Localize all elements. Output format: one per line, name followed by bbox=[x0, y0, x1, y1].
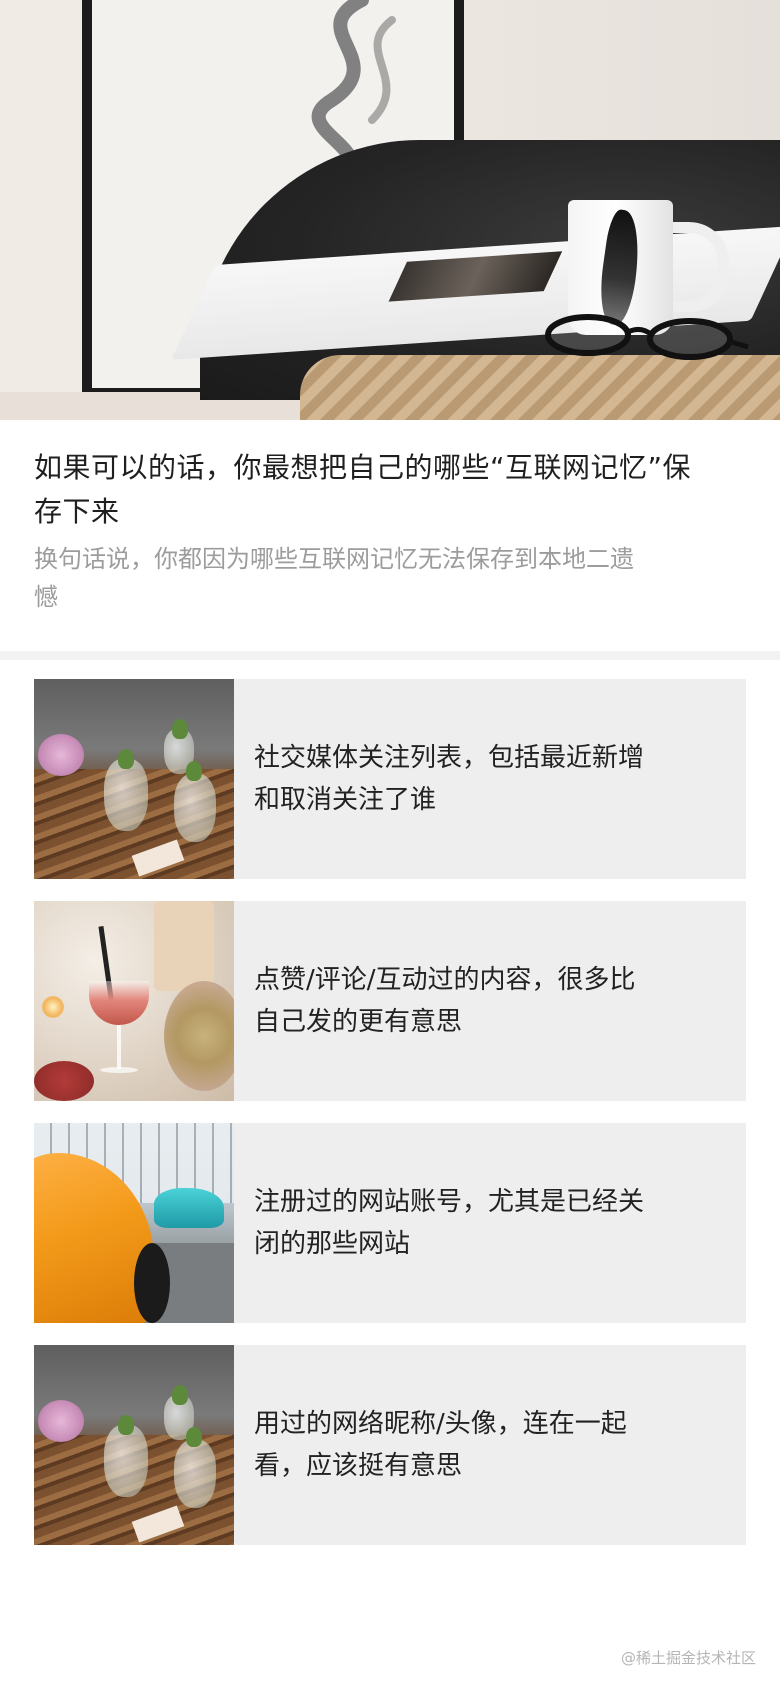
list-item[interactable]: 点赞/评论/互动过的内容，很多比自己发的更有意思 bbox=[34, 901, 746, 1101]
flowers-thumbnail bbox=[34, 679, 234, 879]
eyeglasses bbox=[545, 314, 749, 360]
list-item-text: 社交媒体关注列表，包括最近新增和取消关注了谁 bbox=[254, 743, 645, 815]
section-divider bbox=[0, 651, 780, 660]
flowers-thumbnail bbox=[34, 1345, 234, 1545]
cocktail-thumbnail bbox=[34, 901, 234, 1101]
list-item[interactable]: 社交媒体关注列表，包括最近新增和取消关注了谁 bbox=[34, 679, 746, 879]
list-item-text: 注册过的网站账号，尤其是已经关闭的那些网站 bbox=[254, 1187, 645, 1259]
hero-image bbox=[0, 0, 780, 420]
article-title: 如果可以的话，你最想把自己的哪些“互联网记忆”保存下来 bbox=[34, 451, 692, 528]
list-item[interactable]: 用过的网络昵称/头像，连在一起看，应该挺有意思 bbox=[34, 1345, 746, 1545]
memory-list: 社交媒体关注列表，包括最近新增和取消关注了谁 点赞/评论/互动过的内容，很多比自… bbox=[34, 679, 746, 1567]
watermark: @稀土掘金技术社区 bbox=[620, 1649, 756, 1667]
wall bbox=[0, 0, 90, 420]
list-item-text: 点赞/评论/互动过的内容，很多比自己发的更有意思 bbox=[254, 965, 636, 1037]
article-intro: 如果可以的话，你最想把自己的哪些“互联网记忆”保存下来 换句话说，你都因为哪些互… bbox=[34, 446, 694, 616]
list-item-text: 用过的网络昵称/头像，连在一起看，应该挺有意思 bbox=[254, 1409, 627, 1481]
list-item[interactable]: 注册过的网站账号，尤其是已经关闭的那些网站 bbox=[34, 1123, 746, 1323]
cars-thumbnail bbox=[34, 1123, 234, 1323]
article-subtitle: 换句话说，你都因为哪些互联网记忆无法保存到本地二遗憾 bbox=[34, 545, 634, 611]
